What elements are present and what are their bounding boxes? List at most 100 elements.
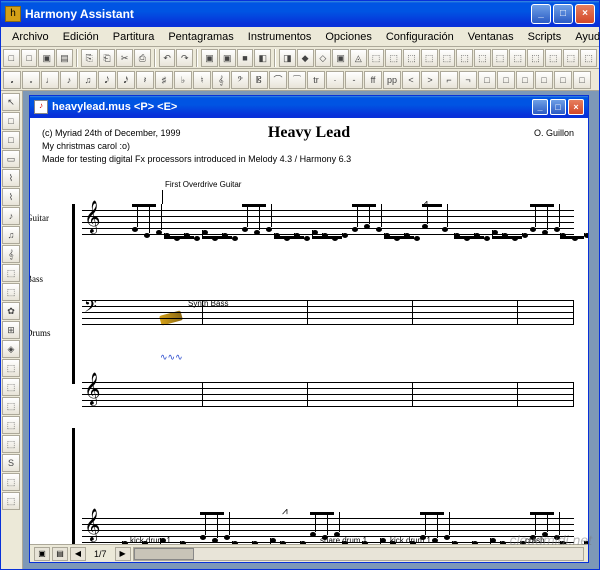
tool-button[interactable]: ⬚ [2, 264, 20, 282]
status-btn-2[interactable]: ▤ [52, 547, 68, 561]
notation-button[interactable]: ♯ [155, 71, 173, 89]
toolbar-button[interactable]: ◨ [279, 49, 296, 67]
toolbar-button[interactable]: ⎙ [134, 49, 151, 67]
status-btn-1[interactable]: ▣ [34, 547, 50, 561]
tool-button[interactable]: ⌇ [2, 169, 20, 187]
menu-instrumentos[interactable]: Instrumentos [241, 29, 319, 45]
toolbar-button[interactable]: ■ [237, 49, 254, 67]
tool-button[interactable]: ⬚ [2, 435, 20, 453]
notation-button[interactable]: - [345, 71, 363, 89]
menu-edicion[interactable]: Edición [56, 29, 106, 45]
notation-button[interactable]: < [402, 71, 420, 89]
tool-button[interactable]: ⬚ [2, 473, 20, 491]
tool-button[interactable]: ▭ [2, 150, 20, 168]
toolbar-button[interactable]: ⎘ [81, 49, 98, 67]
menu-scripts[interactable]: Scripts [521, 29, 569, 45]
tool-button[interactable]: ◈ [2, 340, 20, 358]
toolbar-button[interactable]: ⬚ [385, 49, 402, 67]
notation-button[interactable]: ♩ [41, 71, 59, 89]
notation-button[interactable]: 𝄽 [136, 71, 154, 89]
toolbar-button[interactable]: ⬚ [474, 49, 491, 67]
scrollbar-thumb[interactable] [134, 548, 194, 560]
toolbar-button[interactable]: ↶ [159, 49, 176, 67]
doc-maximize-button[interactable]: □ [550, 99, 566, 115]
close-button[interactable]: × [575, 4, 595, 24]
toolbar-button[interactable]: ✂ [116, 49, 133, 67]
tool-button[interactable]: ⬚ [2, 397, 20, 415]
tool-button[interactable]: ↖ [2, 93, 20, 111]
toolbar-button[interactable]: ⬚ [509, 49, 526, 67]
menu-configuracion[interactable]: Configuración [379, 29, 461, 45]
notation-button[interactable]: · [326, 71, 344, 89]
notation-button[interactable]: ♮ [193, 71, 211, 89]
tool-button[interactable]: ⬚ [2, 359, 20, 377]
tool-button[interactable]: ⬚ [2, 378, 20, 396]
toolbar-button[interactable]: ⬚ [403, 49, 420, 67]
notation-button[interactable]: 𝄢 [231, 71, 249, 89]
notation-button[interactable]: ♪ [60, 71, 78, 89]
score-canvas[interactable]: (c) Myriad 24th of December, 1999 My chr… [30, 118, 588, 544]
menu-ventanas[interactable]: Ventanas [461, 29, 521, 45]
toolbar-button[interactable]: ▣ [219, 49, 236, 67]
tool-button[interactable]: ⬚ [2, 416, 20, 434]
notation-button[interactable]: ff [364, 71, 382, 89]
tool-button[interactable]: □ [2, 131, 20, 149]
maximize-button[interactable]: □ [553, 4, 573, 24]
staff-bass[interactable]: 𝄢 [82, 300, 574, 328]
doc-minimize-button[interactable]: _ [532, 99, 548, 115]
toolbar-button[interactable]: ⬚ [580, 49, 597, 67]
tool-button[interactable]: S [2, 454, 20, 472]
doc-close-button[interactable]: × [568, 99, 584, 115]
tool-button[interactable]: ♫ [2, 226, 20, 244]
notation-button[interactable]: 𝅗 [22, 71, 40, 89]
toolbar-button[interactable]: ▣ [332, 49, 349, 67]
notation-button[interactable]: 𝄞 [212, 71, 230, 89]
notation-button[interactable]: 𝅘𝅥𝅯 [117, 71, 135, 89]
status-btn-4[interactable]: ▶ [115, 547, 131, 561]
notation-button[interactable]: □ [535, 71, 553, 89]
notation-button[interactable]: ⌒ [269, 71, 287, 89]
tool-button[interactable]: 𝄞 [2, 245, 20, 263]
notation-button[interactable]: ¬ [459, 71, 477, 89]
tool-button[interactable]: ⬚ [2, 283, 20, 301]
menu-opciones[interactable]: Opciones [318, 29, 378, 45]
notation-button[interactable]: ⁀ [288, 71, 306, 89]
toolbar-button[interactable]: ⬚ [456, 49, 473, 67]
staff-drums[interactable]: 𝄞 [82, 382, 574, 410]
toolbar-button[interactable]: ▣ [201, 49, 218, 67]
toolbar-button[interactable]: ⬚ [492, 49, 509, 67]
tool-button[interactable]: ⌇ [2, 188, 20, 206]
toolbar-button[interactable]: ◧ [254, 49, 271, 67]
toolbar-button[interactable]: ◬ [350, 49, 367, 67]
tool-button[interactable]: ⊞ [2, 321, 20, 339]
toolbar-button[interactable]: ⬚ [545, 49, 562, 67]
notation-button[interactable]: □ [478, 71, 496, 89]
menu-partitura[interactable]: Partitura [106, 29, 162, 45]
tool-button[interactable]: □ [2, 112, 20, 130]
horizontal-scrollbar[interactable] [133, 547, 584, 561]
staff-guitar[interactable]: 𝄞 ⩘ [82, 210, 574, 238]
toolbar-button[interactable]: ⬚ [563, 49, 580, 67]
tool-button[interactable]: ⬚ [2, 492, 20, 510]
menu-ayuda[interactable]: Ayuda [568, 29, 600, 45]
toolbar-button[interactable]: □ [21, 49, 38, 67]
toolbar-button[interactable]: ⬚ [439, 49, 456, 67]
notation-button[interactable]: □ [573, 71, 591, 89]
toolbar-button[interactable]: ▤ [56, 49, 73, 67]
toolbar-button[interactable]: ⬚ [527, 49, 544, 67]
notation-button[interactable]: ♫ [79, 71, 97, 89]
notation-button[interactable]: > [421, 71, 439, 89]
notation-button[interactable]: tr [307, 71, 325, 89]
tool-button[interactable]: ♪ [2, 207, 20, 225]
notation-button[interactable]: ♭ [174, 71, 192, 89]
notation-button[interactable]: □ [516, 71, 534, 89]
minimize-button[interactable]: _ [531, 4, 551, 24]
status-btn-3[interactable]: ◀ [70, 547, 86, 561]
notation-button[interactable]: ⌐ [440, 71, 458, 89]
notation-button[interactable]: 𝅘𝅥𝅮 [98, 71, 116, 89]
toolbar-button[interactable]: ◇ [315, 49, 332, 67]
toolbar-button[interactable]: ⎗ [99, 49, 116, 67]
menu-archivo[interactable]: Archivo [5, 29, 56, 45]
notation-button[interactable]: □ [554, 71, 572, 89]
toolbar-button[interactable]: ⬚ [421, 49, 438, 67]
